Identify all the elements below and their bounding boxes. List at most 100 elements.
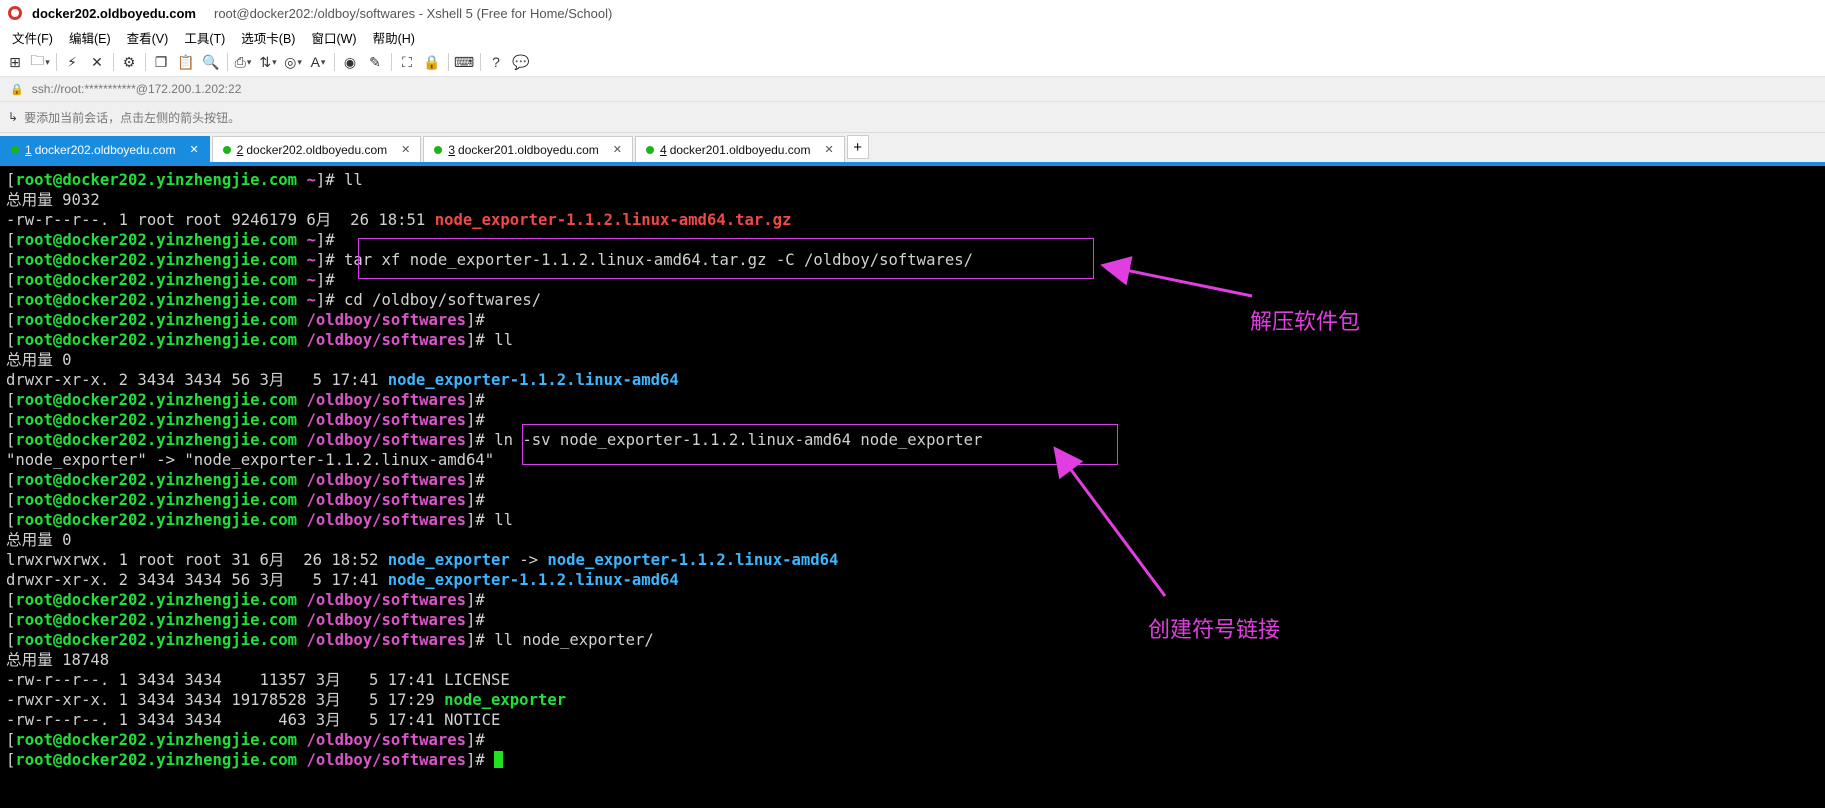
terminal-text: [ — [6, 491, 16, 509]
terminal-text: [ — [6, 751, 16, 769]
keyboard-icon[interactable]: ⌨ — [454, 53, 474, 71]
terminal-text: root@docker202.yinzhengjie.com — [15, 731, 298, 749]
terminal-line: drwxr-xr-x. 2 3434 3434 56 3月 5 17:41 no… — [6, 570, 1825, 590]
connect-icon[interactable]: ⚡ — [63, 53, 81, 71]
terminal-text: node_exporter-1.1.2.linux-amd64.tar.gz — [434, 211, 792, 229]
properties-icon[interactable]: ⚙ — [120, 53, 138, 71]
find-icon[interactable]: 🔍 — [202, 53, 220, 71]
terminal-text: ]# — [466, 731, 495, 749]
terminal-line: [root@docker202.yinzhengjie.com /oldboy/… — [6, 490, 1825, 510]
open-folder-icon[interactable]: 🗀 — [30, 52, 49, 71]
chat-icon[interactable]: 💬 — [512, 53, 530, 71]
terminal-line: [root@docker202.yinzhengjie.com ~]# ll — [6, 170, 1825, 190]
lock-icon[interactable]: 🔒 — [423, 53, 441, 71]
menu-view[interactable]: 查看(V) — [119, 28, 177, 47]
tab-session-2[interactable]: 2 docker202.oldboyedu.com ✕ — [211, 136, 422, 162]
terminal-line: [root@docker202.yinzhengjie.com /oldboy/… — [6, 750, 1825, 770]
terminal-text: ]# — [315, 271, 344, 289]
connected-status-icon — [222, 145, 231, 154]
terminal-text: /oldboy/softwares — [306, 731, 467, 749]
menu-edit[interactable]: 编辑(E) — [61, 28, 119, 47]
terminal-text: root@docker202.yinzhengjie.com — [15, 591, 298, 609]
tab-session-3[interactable]: 3 docker201.oldboyedu.com ✕ — [423, 136, 634, 162]
terminal-text: [ — [6, 591, 16, 609]
symlink-command-highlight-box — [522, 424, 1118, 465]
terminal-line: 总用量 0 — [6, 350, 1825, 370]
tab-number: 3 — [448, 142, 456, 157]
session-address[interactable]: ssh://root:***********@172.200.1.202:22 — [32, 82, 242, 96]
menu-window[interactable]: 窗口(W) — [303, 28, 364, 47]
terminal-text: -rw-r--r--. 1 root root 9246179 6月 26 18… — [6, 211, 435, 229]
terminal-line: [root@docker202.yinzhengjie.com /oldboy/… — [6, 610, 1825, 630]
terminal-text: /oldboy/softwares — [306, 511, 467, 529]
terminal-line: [root@docker202.yinzhengjie.com /oldboy/… — [6, 310, 1825, 330]
copy-icon[interactable]: ❐ — [152, 53, 170, 71]
tab-session-4[interactable]: 4 docker201.oldboyedu.com ✕ — [635, 136, 845, 162]
close-tab-icon[interactable]: ✕ — [401, 143, 410, 156]
terminal-text: [ — [6, 171, 16, 189]
font-icon[interactable]: A — [309, 53, 327, 71]
help-icon[interactable]: ? — [487, 53, 505, 71]
close-tab-icon[interactable]: ✕ — [189, 143, 198, 156]
globe-icon[interactable]: ◎ — [284, 53, 302, 71]
terminal-text: [ — [6, 331, 16, 349]
terminal-text: /oldboy/softwares — [306, 611, 467, 629]
xftp-icon[interactable]: ◉ — [341, 53, 359, 71]
terminal-text: [ — [6, 631, 16, 649]
print-icon[interactable]: ⎙ — [234, 53, 252, 71]
terminal-text: [ — [6, 471, 16, 489]
terminal-text: /oldboy/softwares — [306, 431, 467, 449]
menu-file[interactable]: 文件(F) — [4, 28, 61, 47]
terminal-text: 总用量 9032 — [6, 191, 100, 209]
terminal-text: /oldboy/softwares — [306, 591, 467, 609]
terminal-line: [root@docker202.yinzhengjie.com /oldboy/… — [6, 390, 1825, 410]
terminal-line: 总用量 9032 — [6, 190, 1825, 210]
close-tab-icon[interactable]: ✕ — [824, 143, 833, 156]
transfer-icon[interactable]: ⇅ — [259, 53, 277, 71]
terminal-text: lrwxrwxrwx. 1 root root 31 6月 26 18:52 — [6, 551, 388, 569]
new-session-icon[interactable]: ⊞ — [6, 53, 24, 71]
tab-session-1[interactable]: 1 docker202.oldboyedu.com ✕ — [0, 136, 210, 162]
terminal-text: root@docker202.yinzhengjie.com — [15, 251, 298, 269]
terminal-line: drwxr-xr-x. 2 3434 3434 56 3月 5 17:41 no… — [6, 370, 1825, 390]
tab-label: docker202.oldboyedu.com — [246, 142, 388, 157]
tab-number: 2 — [236, 142, 244, 157]
fullscreen-icon[interactable]: ⛶ — [398, 53, 416, 71]
address-bar: 🔒 ssh://root:***********@172.200.1.202:2… — [0, 77, 1825, 102]
terminal-text: ~ — [306, 231, 316, 249]
terminal-text: [ — [6, 731, 16, 749]
terminal-text: /oldboy/softwares — [306, 391, 467, 409]
terminal-text: root@docker202.yinzhengjie.com — [15, 611, 298, 629]
menu-help[interactable]: 帮助(H) — [365, 28, 423, 47]
connected-status-icon — [434, 145, 443, 154]
terminal-text: /oldboy/softwares — [306, 411, 467, 429]
terminal-text: -rwxr-xr-x. 1 3434 3434 19178528 3月 5 17… — [6, 691, 445, 709]
symlink-annotation-label: 创建符号链接 — [1148, 618, 1281, 643]
paste-icon[interactable]: 📋 — [177, 53, 195, 71]
terminal-text: 总用量 18748 — [6, 651, 110, 669]
close-tab-icon[interactable]: ✕ — [613, 143, 622, 156]
terminal-text: root@docker202.yinzhengjie.com — [15, 631, 298, 649]
window-app-title: docker202.oldboyedu.com — [32, 5, 196, 21]
new-tab-button[interactable]: + — [846, 135, 869, 159]
terminal-line: [root@docker202.yinzhengjie.com ~]# cd /… — [6, 290, 1825, 310]
terminal-line: 总用量 18748 — [6, 650, 1825, 670]
tab-label: docker202.oldboyedu.com — [34, 142, 176, 157]
script-icon[interactable]: ✎ — [366, 53, 384, 71]
terminal-text: -> — [509, 551, 548, 569]
terminal-line: [root@docker202.yinzhengjie.com /oldboy/… — [6, 590, 1825, 610]
extract-annotation-label: 解压软件包 — [1250, 310, 1361, 335]
menu-tools[interactable]: 工具(T) — [176, 28, 233, 47]
add-session-arrow-icon[interactable]: ↳ — [8, 110, 18, 124]
terminal-line: 总用量 0 — [6, 530, 1825, 550]
session-hint-bar: ↳ 要添加当前会话，点击左侧的箭头按钮。 — [0, 102, 1825, 133]
toolbar-separator — [334, 53, 335, 71]
terminal-text: /oldboy/softwares — [306, 491, 467, 509]
terminal-text: ~ — [306, 171, 316, 189]
terminal-text: -rw-r--r--. 1 3434 3434 11357 3月 5 17:41… — [6, 671, 510, 689]
terminal-text: /oldboy/softwares — [306, 631, 467, 649]
disconnect-icon[interactable]: ✕ — [88, 53, 106, 71]
connected-status-icon — [11, 145, 19, 154]
menu-tabs[interactable]: 选项卡(B) — [233, 28, 303, 47]
terminal-text: 总用量 0 — [6, 531, 72, 549]
